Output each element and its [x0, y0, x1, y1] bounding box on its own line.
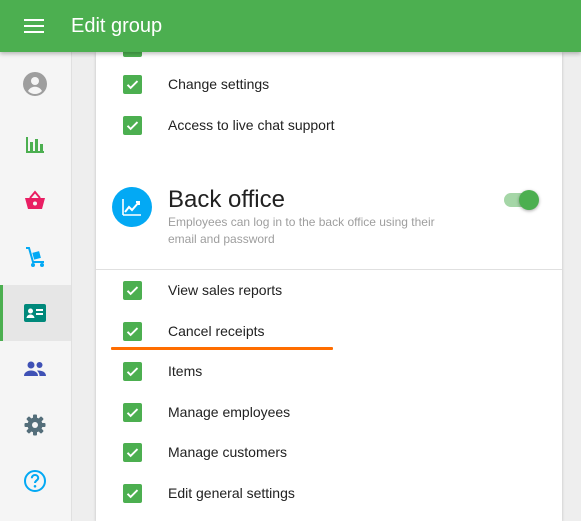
- checkbox[interactable]: [123, 281, 142, 300]
- checkbox[interactable]: [123, 52, 142, 57]
- section-title: Back office: [168, 186, 285, 213]
- help-circle-icon: [24, 470, 46, 492]
- permission-label: Cancel receipts: [168, 323, 265, 339]
- checkbox[interactable]: [123, 116, 142, 135]
- sidebar-item-customers[interactable]: [0, 341, 71, 397]
- checkbox[interactable]: [123, 443, 142, 462]
- sidebar-item-help[interactable]: [0, 453, 71, 509]
- permission-row-change-settings[interactable]: Change settings: [96, 65, 562, 105]
- check-icon: [126, 448, 139, 458]
- permission-label: Edit general settings: [168, 485, 295, 501]
- checkbox[interactable]: [123, 362, 142, 381]
- shopping-basket-icon: [25, 190, 45, 209]
- check-icon: [126, 327, 139, 337]
- divider: [96, 269, 562, 270]
- dolly-icon: [26, 247, 44, 267]
- sidebar-item-sales[interactable]: [0, 173, 71, 229]
- gear-icon: [24, 414, 46, 436]
- check-icon: [126, 489, 139, 499]
- permission-row-items[interactable]: Items: [96, 352, 562, 392]
- check-icon: [126, 286, 139, 296]
- checkbox[interactable]: [123, 322, 142, 341]
- sidebar-item-employees[interactable]: [0, 285, 71, 341]
- permission-label: View sales reports: [168, 282, 283, 298]
- sidebar-item-reports[interactable]: [0, 117, 71, 173]
- chart-trend-icon: [122, 199, 141, 216]
- permission-label: Items: [168, 363, 203, 379]
- check-icon: [126, 367, 139, 377]
- account-circle-icon: [23, 72, 47, 96]
- checkbox[interactable]: [123, 403, 142, 422]
- permission-row-live-chat[interactable]: Access to live chat support: [96, 106, 562, 146]
- check-icon: [126, 121, 139, 131]
- badge-icon: [24, 304, 46, 322]
- permission-row-cancel-receipts[interactable]: Cancel receipts: [96, 312, 562, 352]
- check-icon: [126, 408, 139, 418]
- app-bar: Edit group: [0, 0, 581, 52]
- permission-row-view-sales-reports[interactable]: View sales reports: [96, 271, 562, 311]
- checkbox[interactable]: [123, 75, 142, 94]
- page-title: Edit group: [71, 15, 163, 37]
- permission-label: Manage customers: [168, 444, 288, 460]
- permission-label: Manage employees: [168, 404, 291, 420]
- bar-chart-icon: [26, 137, 44, 153]
- checkbox[interactable]: [123, 484, 142, 503]
- back-office-toggle[interactable]: [501, 189, 541, 211]
- check-icon: [126, 80, 139, 90]
- sidebar-item-account[interactable]: [0, 56, 71, 112]
- permission-row-manage-customers[interactable]: Manage customers: [96, 433, 562, 473]
- menu-icon[interactable]: [22, 16, 46, 36]
- permission-row-edit-general-settings[interactable]: Edit general settings: [96, 474, 562, 514]
- section-description: Employees can log in to the back office …: [168, 215, 435, 246]
- permission-label: Change settings: [168, 76, 270, 92]
- highlight-underline: [111, 347, 333, 350]
- sidebar-item-inventory[interactable]: [0, 229, 71, 285]
- sidebar: [0, 52, 72, 521]
- group-permissions-card: Change settings Access to live chat supp…: [96, 52, 562, 521]
- permission-row-manage-employees[interactable]: Manage employees: [96, 393, 562, 433]
- back-office-badge: [112, 187, 152, 227]
- sidebar-item-settings[interactable]: [0, 397, 71, 453]
- group-icon: [24, 361, 46, 376]
- permission-label: Access to live chat support: [168, 117, 335, 133]
